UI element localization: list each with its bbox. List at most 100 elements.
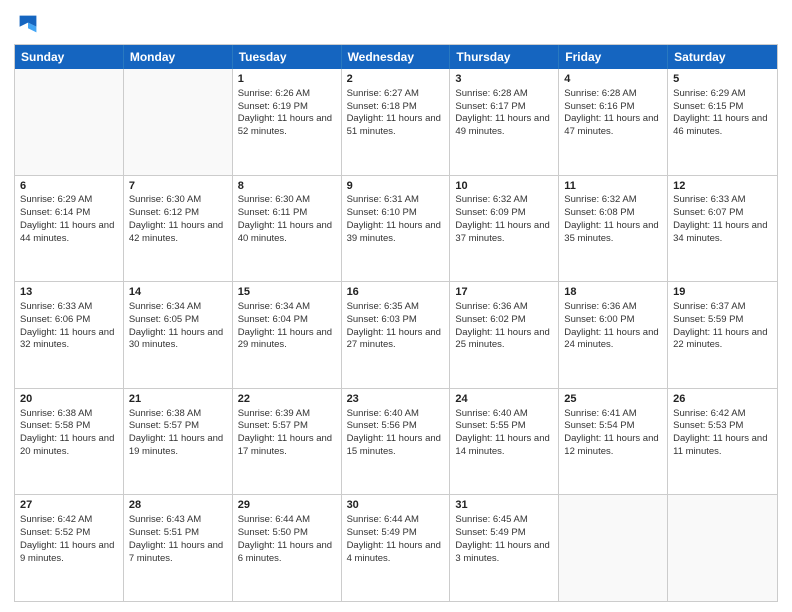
sunset: Sunset: 5:53 PM bbox=[673, 420, 743, 431]
sunset: Sunset: 6:02 PM bbox=[455, 314, 525, 325]
day-number: 20 bbox=[20, 392, 118, 407]
day-number: 7 bbox=[129, 179, 227, 194]
daylight: Daylight: 11 hours and 20 minutes. bbox=[20, 433, 114, 457]
sunset: Sunset: 5:57 PM bbox=[129, 420, 199, 431]
cal-cell: 14Sunrise: 6:34 AMSunset: 6:05 PMDayligh… bbox=[124, 282, 233, 388]
header-friday: Friday bbox=[559, 45, 668, 69]
cal-cell: 21Sunrise: 6:38 AMSunset: 5:57 PMDayligh… bbox=[124, 389, 233, 495]
sunset: Sunset: 6:00 PM bbox=[564, 314, 634, 325]
day-number: 6 bbox=[20, 179, 118, 194]
day-number: 4 bbox=[564, 72, 662, 87]
day-number: 12 bbox=[673, 179, 772, 194]
sunset: Sunset: 6:11 PM bbox=[238, 207, 308, 218]
calendar-body: 1Sunrise: 6:26 AMSunset: 6:19 PMDaylight… bbox=[15, 69, 777, 601]
daylight: Daylight: 11 hours and 32 minutes. bbox=[20, 327, 114, 351]
header-saturday: Saturday bbox=[668, 45, 777, 69]
sunrise: Sunrise: 6:45 AM bbox=[455, 514, 527, 525]
daylight: Daylight: 11 hours and 25 minutes. bbox=[455, 327, 549, 351]
sunrise: Sunrise: 6:44 AM bbox=[238, 514, 310, 525]
day-number: 30 bbox=[347, 498, 445, 513]
sunset: Sunset: 5:49 PM bbox=[455, 527, 525, 538]
sunrise: Sunrise: 6:43 AM bbox=[129, 514, 201, 525]
sunrise: Sunrise: 6:34 AM bbox=[238, 301, 310, 312]
sunrise: Sunrise: 6:38 AM bbox=[20, 408, 92, 419]
day-number: 27 bbox=[20, 498, 118, 513]
sunset: Sunset: 6:16 PM bbox=[564, 101, 634, 112]
day-number: 2 bbox=[347, 72, 445, 87]
sunset: Sunset: 6:08 PM bbox=[564, 207, 634, 218]
daylight: Daylight: 11 hours and 30 minutes. bbox=[129, 327, 223, 351]
sunrise: Sunrise: 6:38 AM bbox=[129, 408, 201, 419]
day-number: 18 bbox=[564, 285, 662, 300]
day-number: 23 bbox=[347, 392, 445, 407]
day-number: 26 bbox=[673, 392, 772, 407]
header-monday: Monday bbox=[124, 45, 233, 69]
cal-cell: 24Sunrise: 6:40 AMSunset: 5:55 PMDayligh… bbox=[450, 389, 559, 495]
day-number: 9 bbox=[347, 179, 445, 194]
cal-cell: 15Sunrise: 6:34 AMSunset: 6:04 PMDayligh… bbox=[233, 282, 342, 388]
cal-cell: 11Sunrise: 6:32 AMSunset: 6:08 PMDayligh… bbox=[559, 176, 668, 282]
cal-cell: 19Sunrise: 6:37 AMSunset: 5:59 PMDayligh… bbox=[668, 282, 777, 388]
sunrise: Sunrise: 6:29 AM bbox=[20, 194, 92, 205]
page: SundayMondayTuesdayWednesdayThursdayFrid… bbox=[0, 0, 792, 612]
sunset: Sunset: 5:52 PM bbox=[20, 527, 90, 538]
cal-cell bbox=[15, 69, 124, 175]
cal-cell: 1Sunrise: 6:26 AMSunset: 6:19 PMDaylight… bbox=[233, 69, 342, 175]
sunset: Sunset: 6:10 PM bbox=[347, 207, 417, 218]
daylight: Daylight: 11 hours and 46 minutes. bbox=[673, 113, 767, 137]
cal-cell: 13Sunrise: 6:33 AMSunset: 6:06 PMDayligh… bbox=[15, 282, 124, 388]
cal-cell: 26Sunrise: 6:42 AMSunset: 5:53 PM Dayligh… bbox=[668, 389, 777, 495]
sunset: Sunset: 5:57 PM bbox=[238, 420, 308, 431]
day-number: 21 bbox=[129, 392, 227, 407]
day-number: 25 bbox=[564, 392, 662, 407]
cal-cell: 3Sunrise: 6:28 AMSunset: 6:17 PMDaylight… bbox=[450, 69, 559, 175]
daylight: Daylight: 11 hours and 37 minutes. bbox=[455, 220, 549, 244]
header-wednesday: Wednesday bbox=[342, 45, 451, 69]
sunrise: Sunrise: 6:41 AM bbox=[564, 408, 636, 419]
sunset: Sunset: 6:12 PM bbox=[129, 207, 199, 218]
cal-cell: 30Sunrise: 6:44 AMSunset: 5:49 PMDayligh… bbox=[342, 495, 451, 601]
sunrise: Sunrise: 6:42 AM bbox=[673, 408, 745, 419]
daylight: Daylight: 11 hours and 7 minutes. bbox=[129, 540, 223, 564]
sunset: Sunset: 5:50 PM bbox=[238, 527, 308, 538]
header-sunday: Sunday bbox=[15, 45, 124, 69]
sunset: Sunset: 6:06 PM bbox=[20, 314, 90, 325]
sunrise: Sunrise: 6:40 AM bbox=[455, 408, 527, 419]
header bbox=[14, 10, 778, 38]
daylight: Daylight: 11 hours and 4 minutes. bbox=[347, 540, 441, 564]
sunrise: Sunrise: 6:27 AM bbox=[347, 88, 419, 99]
daylight: Daylight: 11 hours and 11 minutes. bbox=[673, 433, 767, 457]
sunrise: Sunrise: 6:26 AM bbox=[238, 88, 310, 99]
daylight: Daylight: 11 hours and 44 minutes. bbox=[20, 220, 114, 244]
sunrise: Sunrise: 6:32 AM bbox=[455, 194, 527, 205]
day-number: 8 bbox=[238, 179, 336, 194]
cal-cell: 22Sunrise: 6:39 AMSunset: 5:57 PMDayligh… bbox=[233, 389, 342, 495]
logo-icon bbox=[14, 10, 42, 38]
cal-cell: 28Sunrise: 6:43 AMSunset: 5:51 PMDayligh… bbox=[124, 495, 233, 601]
sunrise: Sunrise: 6:28 AM bbox=[564, 88, 636, 99]
day-number: 16 bbox=[347, 285, 445, 300]
day-number: 14 bbox=[129, 285, 227, 300]
daylight: Daylight: 11 hours and 52 minutes. bbox=[238, 113, 332, 137]
cal-cell: 4Sunrise: 6:28 AMSunset: 6:16 PMDaylight… bbox=[559, 69, 668, 175]
daylight: Daylight: 11 hours and 51 minutes. bbox=[347, 113, 441, 137]
day-number: 19 bbox=[673, 285, 772, 300]
sunset: Sunset: 5:54 PM bbox=[564, 420, 634, 431]
header-thursday: Thursday bbox=[450, 45, 559, 69]
daylight: Daylight: 11 hours and 3 minutes. bbox=[455, 540, 549, 564]
cal-cell: 20Sunrise: 6:38 AMSunset: 5:58 PMDayligh… bbox=[15, 389, 124, 495]
cal-cell: 2Sunrise: 6:27 AM Sunset: 6:18 PMDaylight… bbox=[342, 69, 451, 175]
sunrise: Sunrise: 6:36 AM bbox=[455, 301, 527, 312]
header-tuesday: Tuesday bbox=[233, 45, 342, 69]
sunrise: Sunrise: 6:33 AM bbox=[673, 194, 745, 205]
day-number: 29 bbox=[238, 498, 336, 513]
day-number: 17 bbox=[455, 285, 553, 300]
daylight: Daylight: 11 hours and 42 minutes. bbox=[129, 220, 223, 244]
day-number: 22 bbox=[238, 392, 336, 407]
sunrise: Sunrise: 6:28 AM bbox=[455, 88, 527, 99]
cal-cell bbox=[559, 495, 668, 601]
day-number: 15 bbox=[238, 285, 336, 300]
sunset: Sunset: 6:18 PM bbox=[347, 101, 417, 112]
sunrise: Sunrise: 6:29 AM bbox=[673, 88, 745, 99]
sunrise: Sunrise: 6:40 AM bbox=[347, 408, 419, 419]
